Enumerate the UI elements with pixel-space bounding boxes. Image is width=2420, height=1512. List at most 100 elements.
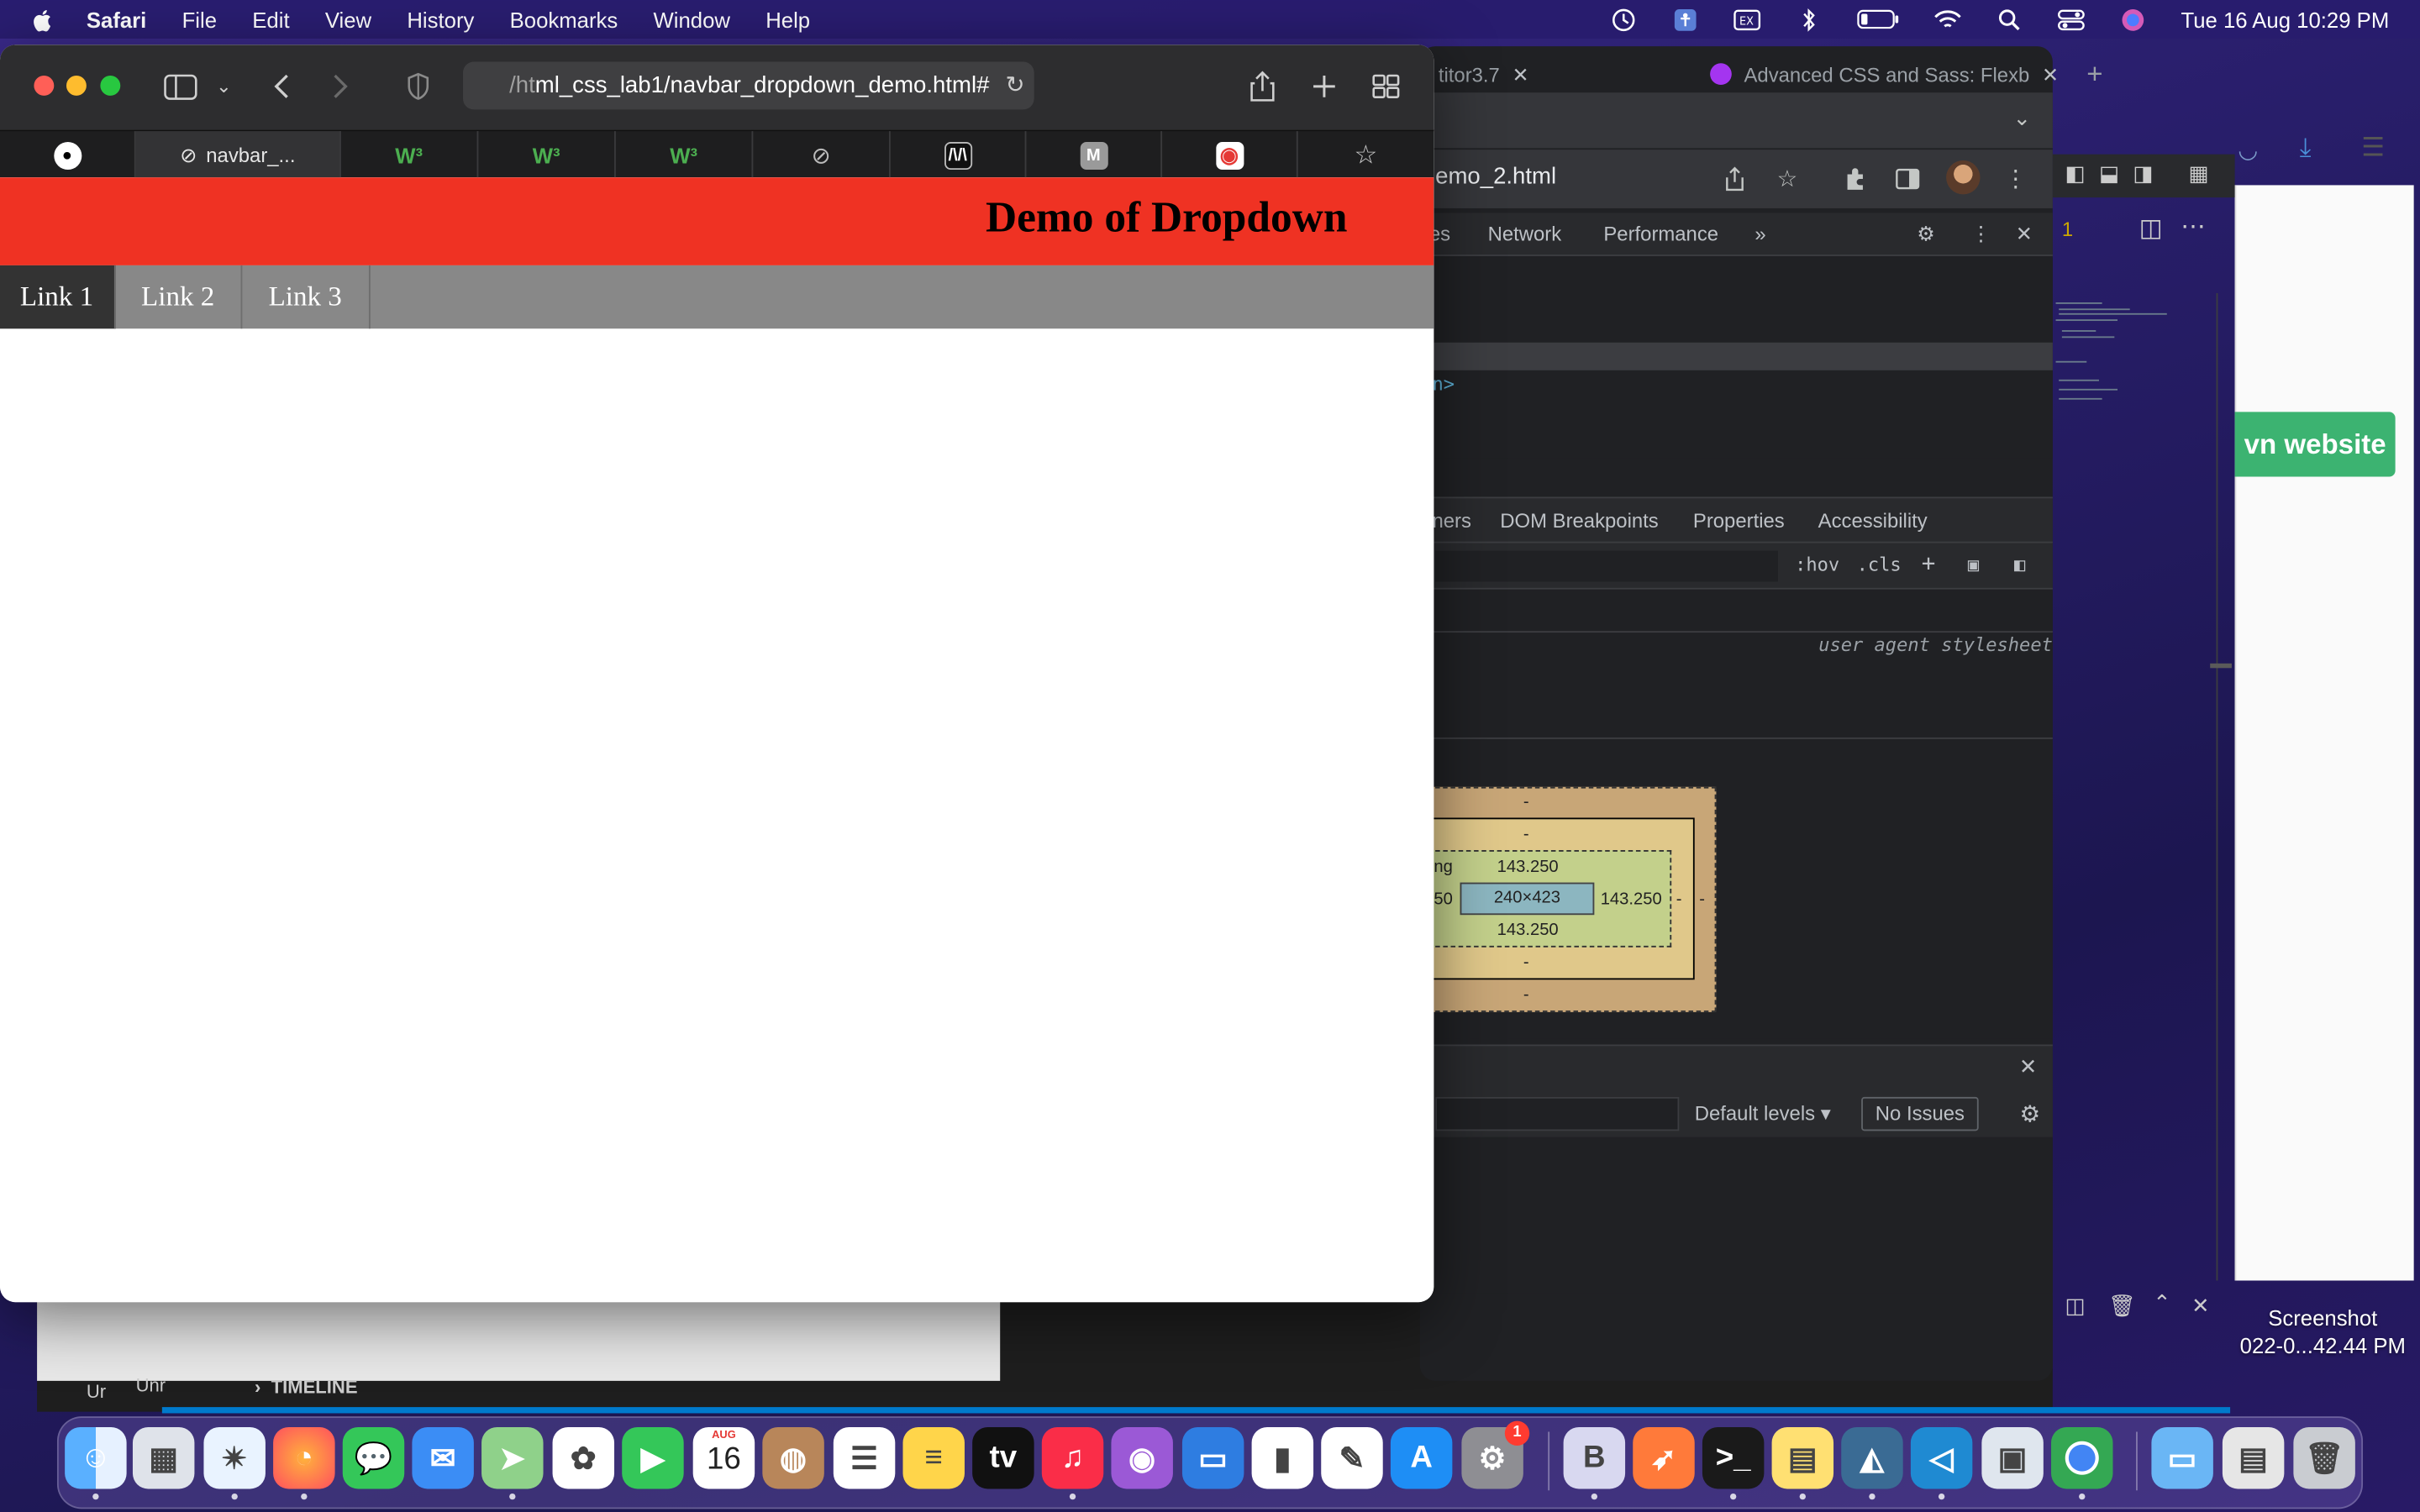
gear-icon[interactable]: ⚙ bbox=[2019, 1100, 2040, 1127]
chevron-down-icon[interactable]: ⌄ bbox=[2013, 105, 2032, 131]
subtab-dom-breakpoints[interactable]: DOM Breakpoints bbox=[1500, 509, 1658, 533]
screenshots-icon[interactable]: ▤ bbox=[2222, 1426, 2285, 1489]
privacy-shield-icon[interactable] bbox=[406, 68, 430, 105]
nav-link-3[interactable]: Link 3 bbox=[242, 265, 370, 329]
contacts-icon[interactable]: ◍ bbox=[762, 1426, 824, 1489]
wifi-icon[interactable] bbox=[1934, 7, 1962, 31]
console-filter-input[interactable] bbox=[1435, 1096, 1680, 1131]
tab-w3schools[interactable]: W³ bbox=[341, 131, 479, 180]
control-center-icon[interactable] bbox=[2058, 7, 2086, 31]
time-machine-icon[interactable] bbox=[1610, 7, 1638, 31]
bookmark-star-icon[interactable]: ☆ bbox=[1298, 131, 1434, 179]
chrome-tab-advanced-css[interactable]: Advanced CSS and Sass: Flexb ✕ bbox=[1710, 63, 2059, 87]
split-terminal-icon[interactable]: ◫ bbox=[2065, 1293, 2086, 1319]
warning-count[interactable]: 1 bbox=[2062, 218, 2073, 241]
battery-icon[interactable] bbox=[1857, 7, 1900, 31]
layout-icon[interactable]: ◧ bbox=[2065, 160, 2086, 186]
padding-bottom-value[interactable]: 143.250 bbox=[1497, 921, 1559, 940]
back-icon[interactable] bbox=[271, 68, 290, 105]
trash-icon[interactable]: 🗑 bbox=[2293, 1426, 2355, 1489]
bbedit-icon[interactable]: B bbox=[1563, 1426, 1626, 1489]
tab-w3schools[interactable]: W³ bbox=[616, 131, 754, 180]
vscode-timeline-section[interactable]: › TIMELINE bbox=[255, 1376, 357, 1398]
margin-top-value[interactable]: - bbox=[1523, 793, 1529, 811]
nav-link-1[interactable]: Link 1 bbox=[0, 265, 115, 329]
border-top-value[interactable]: - bbox=[1523, 826, 1529, 844]
border-right-value[interactable]: - bbox=[1676, 890, 1682, 909]
address-bar-url[interactable]: /html_css_lab1/navbar_dropdown_demo.html… bbox=[509, 72, 989, 98]
bluetooth-icon[interactable] bbox=[1795, 7, 1823, 31]
launchpad-icon[interactable]: ▦ bbox=[132, 1426, 195, 1489]
menu-window[interactable]: Window bbox=[653, 7, 729, 31]
toggle-sidebar-icon[interactable]: ◧ bbox=[2014, 554, 2025, 575]
devtools-tab-network[interactable]: Network bbox=[1488, 222, 1562, 245]
apple-menu-icon[interactable] bbox=[31, 7, 55, 31]
bookmark-star-icon[interactable]: ☆ bbox=[1773, 165, 1801, 192]
menu-app-name[interactable]: Safari bbox=[87, 7, 146, 31]
music-icon[interactable]: ♫ bbox=[1041, 1426, 1104, 1489]
customize-layout-icon[interactable]: ▦ bbox=[2188, 160, 2208, 186]
tab-github[interactable]: ● bbox=[0, 131, 136, 180]
padding-left-value[interactable]: 50 bbox=[1434, 890, 1453, 909]
more-actions-icon[interactable]: ⋯ bbox=[2181, 212, 2205, 243]
calendar-icon[interactable]: AUG 16 bbox=[692, 1426, 755, 1489]
split-editor-icon[interactable]: ◫ bbox=[2139, 213, 2163, 244]
tab-medium[interactable]: /\/\ bbox=[891, 131, 1027, 180]
subtab-accessibility[interactable]: Accessibility bbox=[1818, 509, 1928, 533]
close-icon[interactable]: ✕ bbox=[2019, 1053, 2038, 1079]
stickies-icon[interactable]: ▤ bbox=[1771, 1426, 1834, 1489]
devtools-selected-node[interactable] bbox=[1419, 342, 2053, 370]
menu-file[interactable]: File bbox=[182, 7, 217, 31]
share-icon[interactable] bbox=[1721, 165, 1749, 193]
devtools-more-tabs-icon[interactable]: » bbox=[1754, 222, 1765, 245]
address-bar[interactable]: /html_css_lab1/navbar_dropdown_demo.html… bbox=[463, 61, 1034, 110]
own-website-button[interactable]: vn website bbox=[2234, 412, 2396, 477]
issues-button[interactable]: No Issues bbox=[1861, 1096, 1979, 1131]
zoom-window-button[interactable] bbox=[100, 76, 121, 96]
devtools-code-line[interactable]: n> bbox=[1432, 373, 1455, 395]
kebab-menu-icon[interactable]: ⋮ bbox=[2002, 165, 2029, 192]
photos-icon[interactable]: ✿ bbox=[552, 1426, 615, 1489]
tab-navbar-demo[interactable]: ⊘ navbar_... bbox=[135, 131, 341, 180]
padding-top-value[interactable]: 143.250 bbox=[1497, 858, 1559, 876]
sidepanel-icon[interactable] bbox=[1894, 165, 1922, 193]
extensions-icon[interactable] bbox=[1841, 165, 1869, 193]
facetime-icon[interactable]: ▶ bbox=[622, 1426, 684, 1489]
vscode-icon[interactable]: ◁ bbox=[1910, 1426, 1973, 1489]
notes-icon[interactable]: ≡ bbox=[902, 1426, 965, 1489]
box-model-content[interactable]: 240×423 bbox=[1460, 882, 1595, 916]
menu-help[interactable]: Help bbox=[765, 7, 810, 31]
share-icon[interactable] bbox=[1250, 68, 1275, 105]
menu-edit[interactable]: Edit bbox=[252, 7, 289, 31]
add-rule-icon[interactable]: + bbox=[1922, 549, 1936, 577]
margin-right-value[interactable]: - bbox=[1699, 890, 1705, 909]
paint-brush-icon[interactable]: ▣ bbox=[1968, 554, 1979, 575]
scroll-thumb[interactable] bbox=[2210, 663, 2232, 669]
devtools-tab-performance[interactable]: Performance bbox=[1603, 222, 1718, 245]
profile-avatar[interactable] bbox=[1946, 160, 1981, 195]
sidebar-toggle-icon[interactable] bbox=[164, 68, 197, 105]
mail-icon[interactable]: ✉ bbox=[412, 1426, 474, 1489]
download-icon[interactable]: ⤓ bbox=[2300, 133, 2312, 164]
chrome-tab-editor[interactable]: titor3.7 ✕ bbox=[1439, 63, 1529, 87]
close-icon[interactable]: ✕ bbox=[2016, 222, 2033, 246]
user-agent-stylesheet-link[interactable]: user agent stylesheet bbox=[1818, 634, 2053, 656]
padding-right-value[interactable]: 143.250 bbox=[1601, 890, 1662, 909]
preview-icon[interactable]: ▣ bbox=[1981, 1426, 2044, 1489]
finder-icon[interactable]: ☺ bbox=[65, 1426, 127, 1489]
mysql-workbench-icon[interactable]: ◭ bbox=[1841, 1426, 1903, 1489]
border-bottom-value[interactable]: - bbox=[1523, 953, 1529, 972]
subtab-properties[interactable]: Properties bbox=[1693, 509, 1785, 533]
close-icon[interactable]: ✕ bbox=[1512, 63, 1529, 87]
accessibility-icon[interactable] bbox=[1671, 7, 1699, 31]
swift-playgrounds-icon[interactable]: ➶ bbox=[1633, 1426, 1695, 1489]
layout-icon[interactable]: ⬓ bbox=[2099, 160, 2119, 186]
maps-icon[interactable]: ➤ bbox=[481, 1426, 544, 1489]
close-icon[interactable]: ✕ bbox=[2191, 1293, 2210, 1319]
new-tab-icon[interactable] bbox=[1310, 68, 1338, 105]
podcasts-icon[interactable]: ◉ bbox=[1111, 1426, 1173, 1489]
firefox-icon[interactable]: ◔ bbox=[273, 1426, 335, 1489]
layout-icon[interactable]: ◨ bbox=[2133, 160, 2153, 186]
numbers-icon[interactable]: ▮ bbox=[1251, 1426, 1314, 1489]
tv-icon[interactable]: tv bbox=[972, 1426, 1034, 1489]
